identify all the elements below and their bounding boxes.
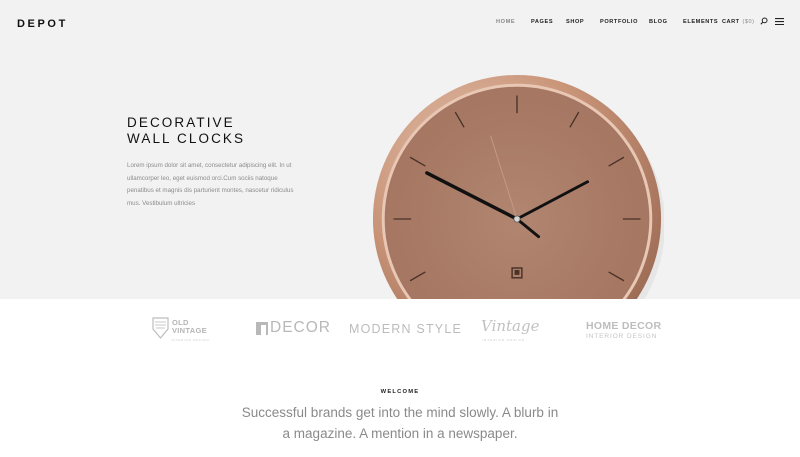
main-nav: HOME PAGES SHOP PORTFOLIO BLOG ELEMENTS … <box>0 17 800 31</box>
old-vintage-line2: VINTAGE <box>172 326 207 335</box>
hero-title: DECORATIVE WALL CLOCKS <box>127 115 245 147</box>
vintage-name: Vintage <box>481 317 540 335</box>
nav-item-pages[interactable]: PAGES <box>531 19 553 25</box>
cart-amount: ($0) <box>742 19 755 25</box>
old-vintage-tagline: INTERIOR DESIGN <box>171 338 210 342</box>
home-decor-tagline: INTERIOR DESIGN <box>586 333 658 340</box>
hero-section: DEPOT HOME PAGES SHOP PORTFOLIO BLOG ELE… <box>0 0 800 299</box>
brand-logos: OLD VINTAGE INTERIOR DESIGN DECOR MODERN… <box>0 299 800 361</box>
copper-wall-clock-image <box>372 74 664 299</box>
old-vintage-badge-icon <box>152 317 169 339</box>
decor-name: DECOR <box>270 319 331 336</box>
decor-mark-icon <box>256 322 268 335</box>
brand-logo-vintage: Vintage INTERIOR DESIGN <box>481 317 541 345</box>
cart-link[interactable]: CART ($0) <box>722 19 755 25</box>
brand-logo-home-decor: HOME DECOR INTERIOR DESIGN <box>586 320 661 344</box>
welcome-eyebrow: WELCOME <box>380 389 420 395</box>
hamburger-menu-icon[interactable] <box>775 18 784 25</box>
brand-logo-old-vintage: OLD VINTAGE INTERIOR DESIGN <box>152 316 214 346</box>
welcome-blurb: Successful brands get into the mind slow… <box>241 405 559 441</box>
cart-label: CART <box>722 19 740 25</box>
nav-item-home[interactable]: HOME <box>496 19 515 25</box>
vintage-tagline: INTERIOR DESIGN <box>482 338 526 342</box>
nav-item-elements[interactable]: ELEMENTS <box>683 19 718 25</box>
hero-description: Lorem ipsum dolor sit amet, consectetur … <box>127 162 294 207</box>
nav-item-blog[interactable]: BLOG <box>649 19 668 25</box>
search-icon[interactable] <box>760 17 768 25</box>
home-decor-name: HOME DECOR <box>586 320 662 332</box>
brand-logo-modern-style: MODERN STYLE <box>349 322 463 336</box>
nav-item-portfolio[interactable]: PORTFOLIO <box>600 19 638 25</box>
nav-item-shop[interactable]: SHOP <box>566 19 584 25</box>
hero-title-line1: DECORATIVE <box>127 115 235 130</box>
hero-title-line2: WALL CLOCKS <box>127 131 246 146</box>
